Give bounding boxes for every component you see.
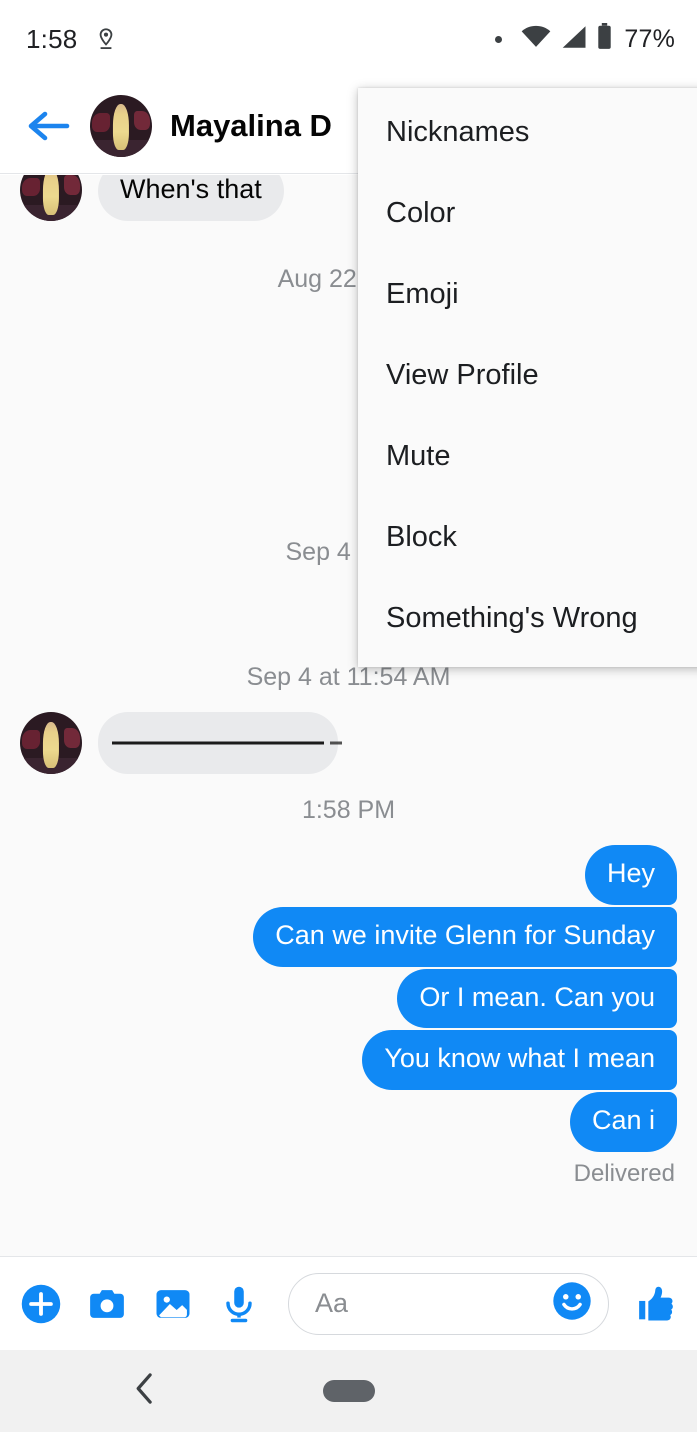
battery-icon — [596, 23, 613, 55]
message-row-sent: Or I mean. Can you — [0, 968, 697, 1029]
message-bubble[interactable]: You know what I mean — [362, 1030, 677, 1091]
message-row-sent: Can i — [0, 1092, 697, 1153]
avatar-figure — [112, 104, 130, 151]
avatar-decor-left — [92, 113, 110, 132]
message-input-placeholder: Aa — [315, 1288, 349, 1318]
avatar-figure — [42, 721, 60, 768]
redaction-bar — [112, 741, 342, 745]
cellular-signal-icon — [560, 25, 587, 54]
message-bubble[interactable]: Can we invite Glenn for Sunday — [253, 906, 677, 967]
message-row-sent: You know what I mean — [0, 1030, 697, 1091]
message-bubble[interactable]: Hey — [584, 844, 677, 905]
dot-icon — [495, 35, 503, 43]
back-arrow-icon[interactable] — [22, 99, 76, 153]
avatar-figure — [42, 175, 60, 215]
menu-item-color[interactable]: Color — [358, 173, 697, 254]
message-bubble[interactable]: When's that — [98, 175, 284, 221]
status-bar: 1:58 77% — [0, 0, 697, 78]
plus-circle-icon[interactable] — [18, 1281, 64, 1327]
message-avatar[interactable] — [20, 175, 82, 221]
avatar-decor-right — [64, 727, 81, 748]
nav-back-icon[interactable] — [130, 1372, 160, 1411]
avatar-decor-left — [22, 177, 40, 197]
menu-item-mute[interactable]: Mute — [358, 416, 697, 497]
message-input-field[interactable]: Aa — [288, 1272, 609, 1335]
wifi-icon — [521, 25, 551, 54]
contact-name-title[interactable]: Mayalina D — [170, 108, 332, 144]
message-row-sent: Hey — [0, 844, 697, 905]
menu-item-somethings-wrong[interactable]: Something's Wrong — [358, 578, 697, 659]
message-avatar[interactable] — [20, 711, 82, 774]
message-timestamp: Sep 4 at 11:54 AM — [246, 662, 451, 691]
system-navigation-bar — [0, 1350, 697, 1432]
status-bar-time: 1:58 — [26, 23, 78, 54]
menu-item-nicknames[interactable]: Nicknames — [358, 92, 697, 173]
conversation-options-menu: Nicknames Color Emoji View Profile Mute … — [358, 88, 697, 667]
camera-icon[interactable] — [84, 1281, 130, 1327]
messenger-conversation-screen: 1:58 77% Mayalina D When's that Aug 22 a… — [0, 0, 697, 1432]
location-icon — [93, 26, 119, 52]
thumbs-up-icon[interactable] — [633, 1281, 679, 1327]
message-bubble-redacted[interactable] — [98, 711, 342, 774]
microphone-icon[interactable] — [216, 1281, 262, 1327]
avatar-decor-left — [22, 730, 40, 750]
message-timestamp: 1:58 PM — [301, 795, 396, 824]
menu-item-view-profile[interactable]: View Profile — [358, 335, 697, 416]
gallery-icon[interactable] — [150, 1281, 196, 1327]
status-bar-right-group: 77% — [495, 23, 675, 55]
home-indicator-pill[interactable] — [322, 1380, 375, 1402]
smiley-icon[interactable] — [550, 1279, 594, 1328]
battery-percent-label: 77% — [624, 24, 675, 53]
message-row-received — [0, 711, 697, 774]
message-bubble[interactable]: Or I mean. Can you — [397, 968, 677, 1029]
message-composer: Aa — [0, 1256, 697, 1350]
menu-item-emoji[interactable]: Emoji — [358, 254, 697, 335]
contact-avatar[interactable] — [90, 94, 152, 157]
avatar-decor-right — [134, 110, 151, 131]
message-row-sent: Can we invite Glenn for Sunday — [0, 906, 697, 967]
delivery-status-label: Delivered — [573, 1160, 675, 1188]
message-bubble[interactable]: Can i — [569, 1092, 677, 1153]
menu-item-block[interactable]: Block — [358, 497, 697, 578]
avatar-decor-right — [64, 175, 81, 195]
